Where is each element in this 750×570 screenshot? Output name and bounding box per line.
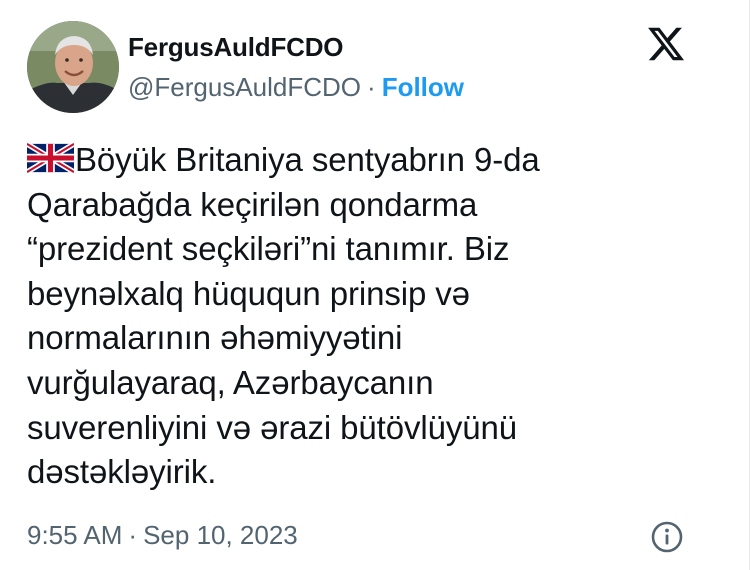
tweet-card: FergusAuldFCDO @FergusAuldFCDO · Follow Bö…: [0, 0, 750, 570]
tweet-line: Böyük Britaniya sentyabrın 9-da: [27, 138, 727, 183]
info-icon[interactable]: [650, 520, 684, 554]
uk-flag-icon: [27, 143, 74, 173]
tweet-line-text: Böyük Britaniya sentyabrın 9-da: [75, 141, 540, 178]
avatar-photo: [27, 21, 119, 113]
tweet-line: beynəlxalq hüququn prinsip və: [27, 274, 470, 312]
author-handle[interactable]: @FergusAuldFCDO: [128, 72, 361, 102]
tweet-line: suverenliyini və ərazi bütövlüyünü: [27, 408, 518, 446]
x-logo-icon[interactable]: [644, 24, 688, 64]
tweet-timestamp[interactable]: 9:55 AM · Sep 10, 2023: [27, 520, 298, 551]
tweet-date: Sep 10, 2023: [143, 520, 298, 550]
tweet-line: dəstəkləyirik.: [27, 453, 217, 491]
handle-separator: ·: [367, 72, 376, 102]
follow-button[interactable]: Follow: [382, 72, 464, 102]
timestamp-separator: ·: [128, 520, 138, 550]
tweet-line: Qarabağda keçirilən qondarma: [27, 185, 478, 223]
author-avatar[interactable]: [27, 21, 119, 113]
tweet-text: Böyük Britaniya sentyabrın 9-da Qarabağd…: [27, 138, 727, 495]
author-handle-row: @FergusAuldFCDO · Follow: [128, 72, 464, 103]
tweet-line: vurğulayaraq, Azərbaycanın: [27, 363, 434, 401]
author-display-name[interactable]: FergusAuldFCDO: [128, 32, 344, 63]
tweet-line: normalarının əhəmiyyətini: [27, 319, 403, 357]
tweet-time: 9:55 AM: [27, 520, 123, 550]
tweet-line: “prezident seçkiləri”ni tanımır. Biz: [27, 230, 510, 268]
